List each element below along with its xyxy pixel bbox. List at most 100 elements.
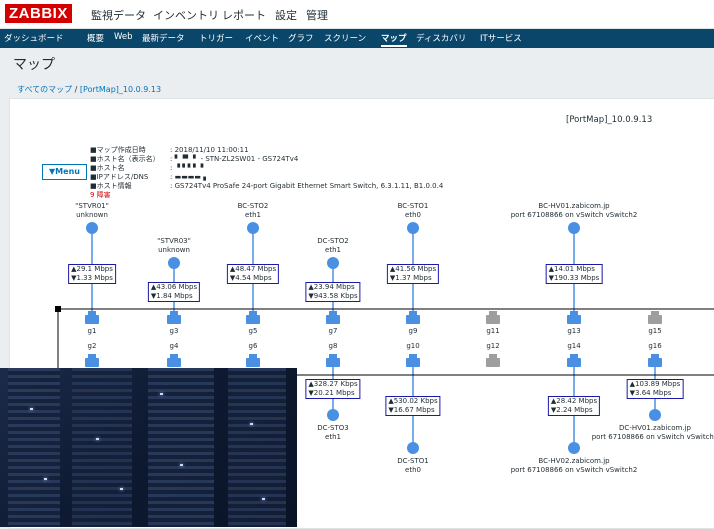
- info-host-info: ■ホスト情報: GS724Tv4 ProSafe 24-port Gigabit…: [90, 182, 444, 190]
- port-notch: [489, 354, 497, 359]
- host-node-icon: [168, 257, 180, 269]
- port-notch: [651, 311, 659, 316]
- traffic-out: ▼20.21 Mbps: [308, 389, 355, 397]
- port-label[interactable]: g10: [406, 342, 419, 351]
- port-body: [567, 315, 581, 324]
- port-icon-g9: [406, 311, 420, 324]
- port-notch: [170, 354, 178, 359]
- port-body: [85, 315, 99, 324]
- map-menu-button[interactable]: ▼Menu: [42, 164, 87, 180]
- port-icon-g6: [246, 354, 260, 367]
- port-notch: [249, 354, 257, 359]
- host-node-icon: [568, 442, 580, 454]
- host-sub: unknown: [76, 211, 108, 219]
- host-name[interactable]: DC-HV01.zabicom.jp: [619, 424, 691, 433]
- traffic-box: ▲28.42 Mbps ▼2.24 Mbps: [547, 396, 601, 416]
- traffic-out: ▼1.37 Mbps: [389, 274, 432, 282]
- bus-anchor: [55, 306, 61, 312]
- port-label[interactable]: g15: [648, 327, 661, 336]
- traffic-in: ▲43.06 Mbps: [150, 283, 198, 291]
- traffic-box: ▲23.94 Mbps ▼943.58 Kbps: [305, 282, 361, 302]
- port-label[interactable]: g8: [329, 342, 338, 351]
- traffic-out: ▼1.84 Mbps: [150, 292, 193, 300]
- host-name[interactable]: DC-STO1: [397, 457, 429, 466]
- port-body: [167, 358, 181, 367]
- port-label[interactable]: g16: [648, 342, 661, 351]
- datacenter-photo: [0, 368, 297, 527]
- traffic-out: ▼2.24 Mbps: [550, 406, 593, 414]
- traffic-out: ▼190.33 Mbps: [548, 274, 600, 282]
- host-name[interactable]: BC-HV02.zabicom.jp: [538, 457, 609, 466]
- port-icon-g10: [406, 354, 420, 367]
- port-icon-g13: [567, 311, 581, 324]
- host-sub: port 67108866 on vSwitch vSwitch2: [510, 211, 638, 219]
- traffic-box: ▲29.1 Mbps ▼1.33 Mbps: [68, 264, 116, 284]
- host-node-icon: [407, 222, 419, 234]
- port-label[interactable]: g5: [249, 327, 258, 336]
- port-label[interactable]: g12: [486, 342, 499, 351]
- host-name[interactable]: BC-HV01.zabicom.jp: [538, 202, 609, 211]
- port-notch: [170, 311, 178, 316]
- port-body: [486, 358, 500, 367]
- port-icon-g15: [648, 311, 662, 324]
- port-icon-g1: [85, 311, 99, 324]
- port-label[interactable]: g4: [170, 342, 179, 351]
- traffic-in: ▲103.89 Mbps: [629, 380, 681, 388]
- port-label[interactable]: g6: [249, 342, 258, 351]
- host-name[interactable]: BC-STO1: [398, 202, 429, 211]
- host-name[interactable]: BC-STO2: [238, 202, 269, 211]
- port-body: [648, 315, 662, 324]
- port-body: [486, 315, 500, 324]
- port-notch: [88, 354, 96, 359]
- traffic-in: ▲41.56 Mbps: [389, 265, 437, 273]
- problem-count: 9 障害: [90, 191, 111, 199]
- host-node-icon: [407, 442, 419, 454]
- host-node-icon: [649, 409, 661, 421]
- host-sub: port 67108866 on vSwitch vSwitch2: [591, 433, 714, 441]
- port-notch: [409, 354, 417, 359]
- info-hostname-display: ■ホスト名（表示名）: ▘▝▘ ▘ - STN-ZL2SW01 - GS724T…: [90, 155, 299, 163]
- traffic-in: ▲328.27 Kbps: [308, 380, 358, 388]
- port-icon-g12: [486, 354, 500, 367]
- host-name[interactable]: "STVR03": [157, 237, 191, 246]
- host-sub: port 67108866 on vSwitch vSwitch2: [510, 466, 638, 474]
- port-body: [85, 358, 99, 367]
- traffic-out: ▼16.67 Mbps: [388, 406, 435, 414]
- host-name[interactable]: "STVR01": [75, 202, 109, 211]
- port-label[interactable]: g2: [88, 342, 97, 351]
- port-notch: [651, 354, 659, 359]
- port-body: [167, 315, 181, 324]
- port-notch: [570, 354, 578, 359]
- host-sub: eth1: [325, 246, 341, 254]
- host-node-icon: [568, 222, 580, 234]
- host-name[interactable]: DC-STO3: [317, 424, 349, 433]
- port-label[interactable]: g14: [567, 342, 580, 351]
- switch-bus: [55, 306, 714, 376]
- port-label[interactable]: g11: [486, 327, 499, 336]
- port-icon-g5: [246, 311, 260, 324]
- traffic-box: ▲14.01 Mbps ▼190.33 Mbps: [545, 264, 603, 284]
- host-sub: eth1: [325, 433, 341, 441]
- host-node-icon: [327, 409, 339, 421]
- port-label[interactable]: g3: [170, 327, 179, 336]
- port-label[interactable]: g13: [567, 327, 580, 336]
- port-icon-g16: [648, 354, 662, 367]
- map-title: [PortMap]_10.0.9.13: [566, 115, 653, 125]
- host-name[interactable]: DC-STO2: [317, 237, 349, 246]
- traffic-in: ▲23.94 Mbps: [308, 283, 355, 291]
- port-label[interactable]: g7: [329, 327, 338, 336]
- traffic-out: ▼943.58 Kbps: [308, 292, 358, 300]
- port-label[interactable]: g9: [409, 327, 418, 336]
- traffic-in: ▲29.1 Mbps: [71, 265, 113, 273]
- port-notch: [489, 311, 497, 316]
- traffic-box: ▲103.89 Mbps ▼3.64 Mbps: [626, 379, 684, 399]
- port-notch: [249, 311, 257, 316]
- traffic-box: ▲48.47 Mbps ▼4.54 Mbps: [226, 264, 280, 284]
- traffic-box: ▲328.27 Kbps ▼20.21 Mbps: [305, 379, 361, 399]
- port-label[interactable]: g1: [88, 327, 97, 336]
- map-info-block: ■マップ作成日時: 2018/11/10 11:00:11 ■ホスト名（表示名）…: [90, 146, 443, 191]
- traffic-in: ▲28.42 Mbps: [550, 397, 598, 405]
- port-body: [406, 358, 420, 367]
- traffic-box: ▲43.06 Mbps ▼1.84 Mbps: [147, 282, 201, 302]
- port-icon-g8: [326, 354, 340, 367]
